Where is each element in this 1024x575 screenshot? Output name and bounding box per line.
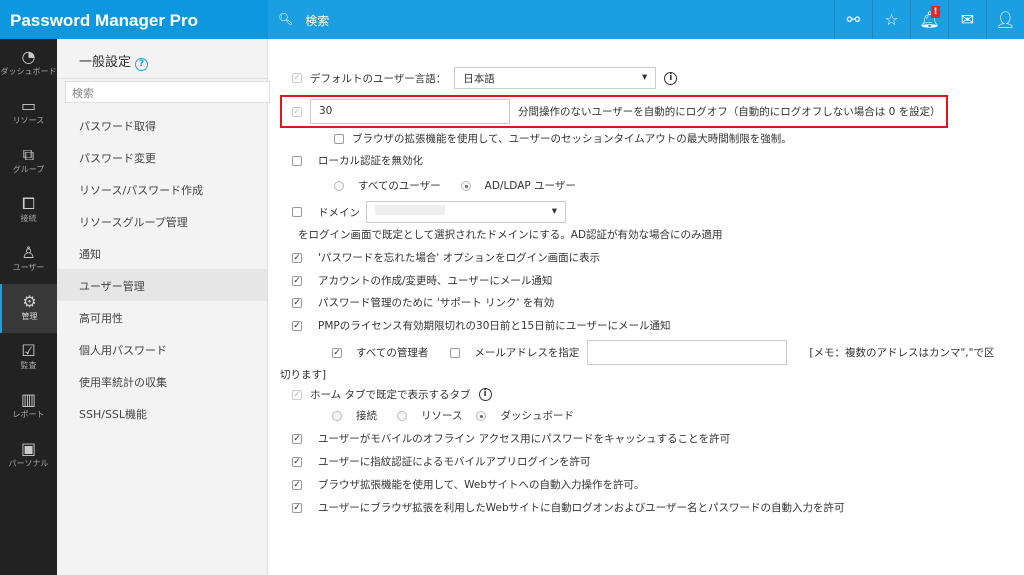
rail-dashboard[interactable]: ◔ ダッシュボード [0,39,57,88]
submenu-item[interactable]: 高可用性 [57,301,267,333]
gear-icon: ⚙ [22,292,37,311]
domain-checkbox[interactable] [292,207,302,217]
submenu-item[interactable]: パスワード変更 [57,141,267,173]
ad-users-radio[interactable] [460,180,471,191]
disable-local-checkbox[interactable] [292,155,302,166]
rail-audit[interactable]: ☑ 監査 [0,333,57,382]
submenu-item[interactable]: SSH/SSL機能 [57,397,267,429]
chart-icon: ▥ [20,390,37,409]
notification-badge: ! [931,6,940,18]
search-placeholder: 検索 [305,14,330,28]
fingerprint-checkbox[interactable]: ✓ [292,456,302,467]
dropdown-arrow-icon: ▾ [642,71,648,83]
submenu-item[interactable]: パスワード取得 [57,109,267,141]
rail-users[interactable]: ♙ ユーザー [0,235,57,284]
rail-connect[interactable]: ⧠ 接続 [0,186,57,235]
specify-mail-checkbox[interactable] [450,347,461,358]
rail-resources[interactable]: ▭ リソース [0,88,57,137]
settings-panel: ✓ デフォルトのユーザー言語： 日本語 ▾ i ✓ 30 分間操作のないユーザーを自動的に… [268,39,1024,575]
autologon-checkbox[interactable]: ✓ [292,502,302,513]
user-icon: ♙ [21,243,36,262]
info-icon[interactable]: i [478,388,492,401]
tab-resource-radio[interactable] [397,410,407,421]
user-menu-icon[interactable]: 👤︎ [986,0,1024,39]
all-users-radio[interactable] [334,180,344,191]
lang-checkbox: ✓ [292,73,302,83]
help-icon[interactable]: ? [135,58,149,71]
submenu-item-active[interactable]: ユーザー管理 [57,269,267,301]
link-icon[interactable]: ⚯ [834,0,872,39]
search-icon: 🔍︎ [278,12,294,26]
settings-submenu: 一般設定? 検索 パスワード取得 パスワード変更 リソース/パスワード作成 リソ… [57,39,270,575]
submenu-item[interactable]: リソースグループ管理 [57,205,267,237]
mail-address-input[interactable] [587,340,788,365]
timeout-checkbox: ✓ [292,106,302,117]
offline-cache-checkbox[interactable]: ✓ [292,433,302,444]
autofill-checkbox[interactable]: ✓ [292,479,302,490]
browser-timeout-checkbox[interactable] [334,133,344,144]
icon-rail: ◔ ダッシュボード ▭ リソース ⧉ グループ ⧠ 接続 ♙ ユーザー ⚙ 管理 ☑ 監査 ▥… [0,39,57,575]
home-tab-checkbox: ✓ [292,389,302,400]
rail-personal[interactable]: ▣ パーソナル [0,431,57,480]
group-icon: ⧉ [22,145,35,164]
account-mail-checkbox[interactable]: ✓ [292,275,302,286]
language-select[interactable]: 日本語 ▾ [454,67,657,89]
submenu-item[interactable]: リソース/パスワード作成 [57,173,267,205]
logo: Password Manager Pro [0,0,268,39]
info-icon[interactable]: i [664,71,678,85]
submenu-search-input[interactable]: 検索 [65,81,270,103]
global-search[interactable]: 🔍︎ 検索 [268,0,834,39]
rail-groups[interactable]: ⧉ グループ [0,137,57,186]
clipboard-icon: ☑ [21,341,36,360]
submenu-item[interactable]: 使用率統計の収集 [57,365,267,397]
dropdown-arrow-icon: ▾ [551,205,557,217]
submenu-title: 一般設定? [57,39,267,79]
connect-icon: ⧠ [22,194,35,213]
tab-connect-radio[interactable] [332,410,342,421]
timeout-input[interactable]: 30 [310,99,510,124]
forgot-password-checkbox[interactable]: ✓ [292,252,302,263]
mail-icon[interactable]: ✉ [948,0,986,39]
all-admins-checkbox[interactable]: ✓ [332,347,342,358]
tab-dashboard-radio[interactable] [476,410,487,421]
rail-admin[interactable]: ⚙ 管理 [0,284,57,333]
domain-select[interactable]: ▾ [366,201,566,223]
rail-reports[interactable]: ▥ レポート [0,382,57,431]
submenu-item[interactable]: 個人用パスワード [57,333,267,365]
license-mail-checkbox[interactable]: ✓ [292,320,302,331]
support-link-checkbox[interactable]: ✓ [292,297,302,308]
dashboard-icon: ◔ [21,47,36,66]
top-bar: Password Manager Pro 🔍︎ 検索 ⚯ ☆ 🔔︎! ✉ 👤︎ [0,0,1024,39]
personal-icon: ▣ [20,439,37,458]
submenu-item[interactable]: 通知 [57,237,267,269]
user-star-icon[interactable]: ☆ [872,0,910,39]
bell-icon[interactable]: 🔔︎! [910,0,948,39]
monitor-icon: ▭ [20,96,37,115]
